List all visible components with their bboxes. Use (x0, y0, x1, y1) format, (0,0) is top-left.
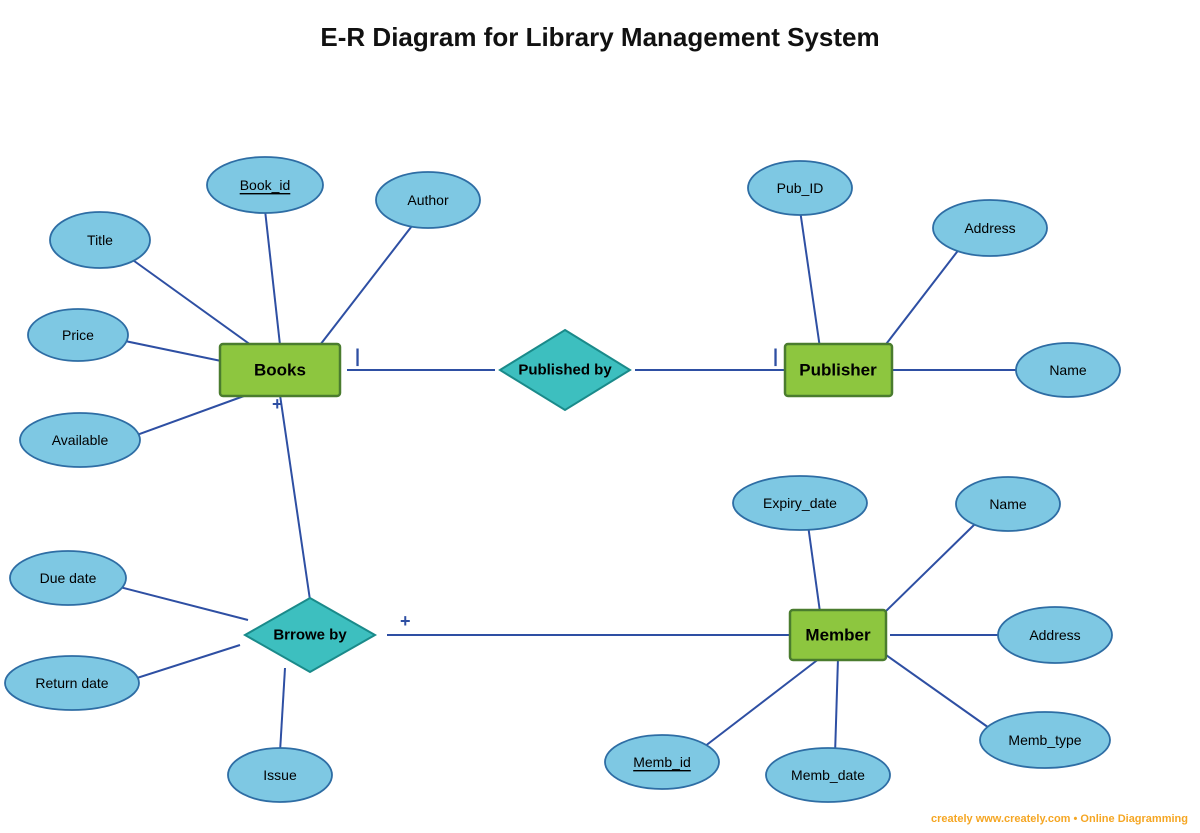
attr-name-mem-label: Name (989, 496, 1027, 512)
attr-pub-id-label: Pub_ID (777, 180, 824, 196)
attr-issue-label: Issue (263, 767, 297, 783)
attr-address-mem-label: Address (1029, 627, 1080, 643)
attr-price-label: Price (62, 327, 94, 343)
svg-text:+: + (400, 611, 411, 631)
attr-memb-id-label: Memb_id (633, 754, 691, 770)
svg-text:|: | (773, 346, 778, 366)
attr-return-date-label: Return date (35, 675, 108, 691)
watermark: creately www.creately.com • Online Diagr… (931, 813, 1188, 825)
attr-title-label: Title (87, 232, 113, 248)
attr-address-pub-label: Address (964, 220, 1015, 236)
entity-member-label: Member (805, 626, 871, 645)
attr-name-pub-label: Name (1049, 362, 1087, 378)
brand-name: creately (931, 813, 973, 825)
entity-publisher-label: Publisher (799, 361, 877, 380)
attr-due-date-label: Due date (40, 570, 97, 586)
watermark-text: www.creately.com • Online Diagramming (976, 813, 1188, 825)
attr-author-label: Author (407, 192, 449, 208)
attr-book-id-label: Book_id (240, 177, 291, 193)
entity-books-label: Books (254, 361, 306, 380)
attr-expiry-date-label: Expiry_date (763, 495, 837, 511)
svg-text:|: | (355, 346, 360, 366)
attr-memb-date-label: Memb_date (791, 767, 865, 783)
attr-memb-type-label: Memb_type (1008, 732, 1081, 748)
attr-available-label: Available (52, 432, 109, 448)
rel-published-by-label: Published by (518, 362, 612, 379)
rel-borrow-by-label: Brrowe by (273, 627, 347, 644)
